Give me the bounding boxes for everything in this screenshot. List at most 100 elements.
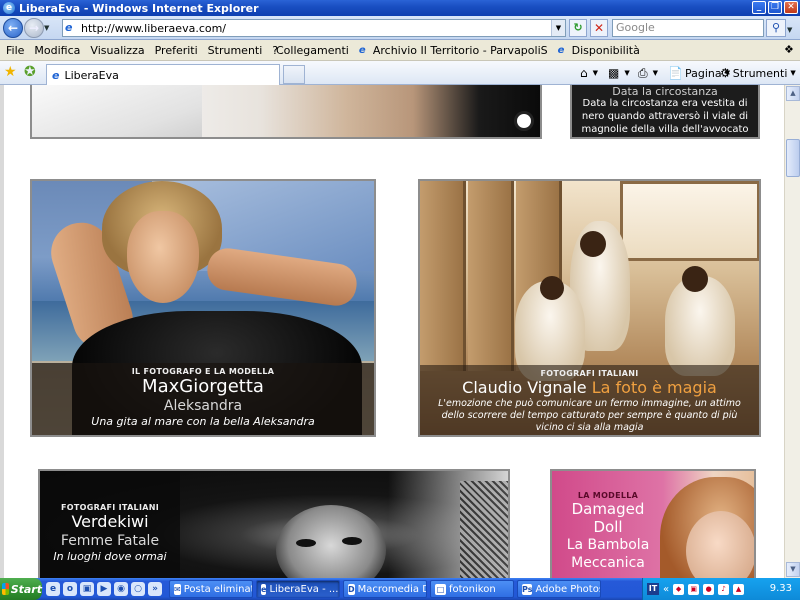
feeds-button[interactable]: ▩ ▼ bbox=[608, 65, 630, 81]
restore-button[interactable]: ❐ bbox=[768, 1, 782, 14]
volume-icon[interactable]: ♪ bbox=[718, 583, 730, 595]
card-caption-overlay: IL FOTOGRAFO E LA MODELLA MaxGiorgetta A… bbox=[32, 363, 374, 435]
card-subhead-line1: La Bambola bbox=[566, 537, 650, 553]
search-input[interactable]: Google bbox=[612, 19, 764, 37]
url-text: http://www.liberaeva.com/ bbox=[81, 21, 227, 35]
tools-menu-button[interactable]: ⚙ Strumenti ▼ bbox=[720, 65, 796, 81]
taskbar-button-photoshop[interactable]: PsAdobe Photos... bbox=[517, 580, 601, 598]
add-favorites-icon[interactable]: ✪ bbox=[24, 64, 36, 80]
clock[interactable]: 9.33 bbox=[770, 578, 792, 600]
page-icon: 📄 bbox=[668, 66, 683, 80]
stop-button[interactable]: ✕ bbox=[590, 19, 608, 37]
card-headline-line2[interactable]: Doll bbox=[552, 518, 664, 536]
forward-button[interactable]: → bbox=[24, 18, 44, 38]
network-icon[interactable]: ▣ bbox=[688, 583, 700, 595]
scroll-down-button[interactable]: ▼ bbox=[786, 562, 800, 577]
menu-preferiti[interactable]: Preferiti bbox=[150, 44, 203, 57]
windows-flag-icon bbox=[2, 583, 9, 595]
tab-liberaeva[interactable]: e LiberaEva bbox=[46, 64, 280, 85]
menu-strumenti[interactable]: Strumenti bbox=[203, 44, 268, 57]
taskbar-button-label: Adobe Photos... bbox=[535, 583, 600, 595]
taskbar-button-label: Macromedia D... bbox=[357, 583, 426, 595]
window-controls: _ ❐ ✕ bbox=[752, 1, 798, 14]
taskbar-button-posta[interactable]: ✉Posta eliminat... bbox=[169, 580, 253, 598]
photo-wood-panel bbox=[420, 181, 466, 371]
article-card-maxgiorgetta[interactable]: IL FOTOGRAFO E LA MODELLA MaxGiorgetta A… bbox=[30, 179, 376, 437]
taskbar-button-liberaeva[interactable]: e LiberaEva - ... bbox=[256, 580, 340, 598]
close-button[interactable]: ✕ bbox=[784, 1, 798, 14]
address-toolbar: ← → ▼ e http://www.liberaeva.com/ ▼ ↻ ✕ … bbox=[0, 16, 800, 40]
app-quicklaunch-icon[interactable]: ◉ bbox=[114, 582, 128, 596]
photo-eye bbox=[342, 537, 362, 545]
taskbar-button-macromedia[interactable]: DMacromedia D... bbox=[343, 580, 427, 598]
minimize-button[interactable]: _ bbox=[752, 1, 766, 14]
card-headline-line1[interactable]: Damaged bbox=[552, 500, 664, 518]
gear-icon: ⚙ bbox=[720, 66, 731, 80]
home-button[interactable]: ⌂ ▼ bbox=[580, 65, 598, 81]
photo-hair bbox=[682, 266, 708, 292]
new-tab-button[interactable] bbox=[283, 65, 305, 84]
antivirus-icon[interactable]: ▲ bbox=[733, 583, 745, 595]
tray-expand-icon[interactable]: « bbox=[663, 584, 669, 595]
security-shield-icon[interactable]: ◆ bbox=[673, 583, 685, 595]
tab-label: LiberaEva bbox=[64, 68, 119, 82]
menu-modifica[interactable]: Modifica bbox=[29, 44, 85, 57]
link-archivio-label: Archivio Il Territorio - ParvapoliS bbox=[372, 44, 548, 57]
card-caption-overlay: FOTOGRAFI ITALIANI Claudio Vignale La fo… bbox=[420, 365, 759, 435]
history-dropdown-icon[interactable]: ▼ bbox=[44, 24, 49, 32]
scroll-thumb[interactable] bbox=[786, 139, 800, 177]
language-indicator[interactable]: IT bbox=[647, 583, 659, 595]
windows-flag-icon: ❖ bbox=[784, 43, 794, 56]
page-menu-label: Pagina bbox=[684, 66, 722, 80]
start-label: Start bbox=[10, 582, 42, 596]
link-disponibilita[interactable]: e Disponibilità bbox=[554, 44, 646, 57]
messenger-icon[interactable]: ● bbox=[703, 583, 715, 595]
app-quicklaunch-icon[interactable]: ○ bbox=[131, 582, 145, 596]
menu-visualizza[interactable]: Visualizza bbox=[85, 44, 149, 57]
article-card-claudio-vignale[interactable]: FOTOGRAFI ITALIANI Claudio Vignale La fo… bbox=[418, 179, 761, 437]
refresh-button[interactable]: ↻ bbox=[569, 19, 587, 37]
quick-launch: e o ▣ ▶ ◉ ○ » bbox=[46, 582, 166, 596]
search-button[interactable]: ⚲ bbox=[766, 19, 786, 37]
article-card-verdekiwi[interactable]: FOTOGRAFI ITALIANI Verdekiwi Femme Fatal… bbox=[38, 469, 510, 578]
more-quicklaunch-icon[interactable]: » bbox=[148, 582, 162, 596]
search-options-dropdown-icon[interactable]: ▼ bbox=[787, 26, 792, 34]
outlook-quicklaunch-icon[interactable]: o bbox=[63, 582, 77, 596]
media-quicklaunch-icon[interactable]: ▶ bbox=[97, 582, 111, 596]
link-archivio[interactable]: e Archivio Il Territorio - ParvapoliS bbox=[355, 44, 554, 57]
address-dropdown-icon[interactable]: ▼ bbox=[551, 20, 565, 36]
photo-window bbox=[620, 181, 759, 261]
menu-bar: File Modifica Visualizza Preferiti Strum… bbox=[0, 40, 800, 61]
links-label[interactable]: Collegamenti bbox=[276, 44, 355, 57]
taskbar: Start e o ▣ ▶ ◉ ○ » ✉Posta eliminat... e… bbox=[0, 578, 800, 600]
system-tray: IT « ◆ ▣ ● ♪ ▲ 9.33 bbox=[642, 578, 800, 600]
article-card-damaged-doll[interactable]: LA MODELLA Damaged Doll La Bambola Mecca… bbox=[550, 469, 756, 578]
card-caption: L'emozione che può comunicare un fermo i… bbox=[438, 398, 741, 433]
taskbar-button-label: Posta eliminat... bbox=[183, 583, 253, 595]
car-logo-icon bbox=[514, 111, 534, 131]
card-kicker: FOTOGRAFI ITALIANI bbox=[60, 503, 159, 512]
ie-quicklaunch-icon[interactable]: e bbox=[46, 582, 60, 596]
window-title: LiberaEva - Windows Internet Explorer bbox=[19, 1, 259, 15]
desktop-quicklaunch-icon[interactable]: ▣ bbox=[80, 582, 94, 596]
card-headline-name: Claudio Vignale bbox=[462, 378, 587, 397]
article-card-circostanza[interactable]: Data la circostanza Data la circostanza … bbox=[570, 85, 760, 139]
card-headline[interactable]: Claudio Vignale La foto è magia bbox=[420, 378, 759, 398]
taskbar-button-label: fotonikon bbox=[449, 583, 496, 595]
card-kicker: FOTOGRAFI ITALIANI bbox=[540, 369, 639, 378]
taskbar-button-fotonikon[interactable]: □ fotonikon bbox=[430, 580, 514, 598]
address-input[interactable]: e http://www.liberaeva.com/ ▼ bbox=[62, 19, 566, 37]
card-headline[interactable]: Verdekiwi bbox=[40, 512, 180, 532]
back-button[interactable]: ← bbox=[3, 18, 23, 38]
card-headline[interactable]: MaxGiorgetta bbox=[32, 376, 374, 398]
start-button[interactable]: Start bbox=[0, 578, 42, 600]
menu-file[interactable]: File bbox=[0, 44, 29, 57]
photo-hair bbox=[540, 276, 564, 300]
vertical-scrollbar[interactable]: ▲ ▼ bbox=[784, 85, 800, 578]
photo-card-top-left[interactable] bbox=[30, 85, 542, 139]
scroll-up-button[interactable]: ▲ bbox=[786, 86, 800, 101]
taskbar-button-label: LiberaEva - ... bbox=[269, 583, 339, 595]
card-kicker: IL FOTOGRAFO E LA MODELLA bbox=[131, 367, 275, 376]
favorites-star-icon[interactable]: ★ bbox=[4, 64, 17, 80]
print-button[interactable]: ⎙ ▼ bbox=[638, 65, 658, 81]
